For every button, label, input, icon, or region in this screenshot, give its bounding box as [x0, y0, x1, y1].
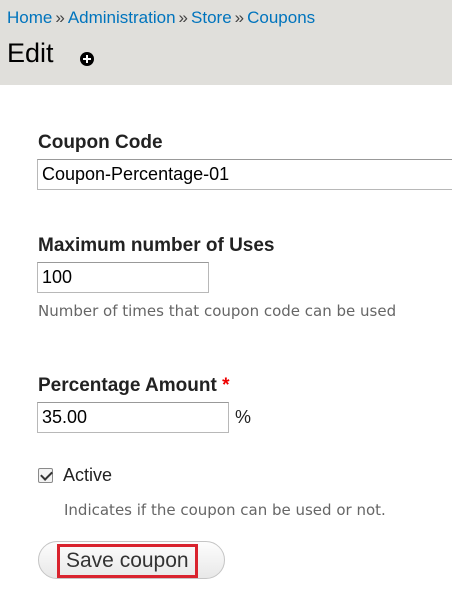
page-header: Home» Administration» Store» Coupons Edit — [0, 0, 452, 85]
active-checkbox[interactable] — [38, 468, 53, 483]
save-coupon-button[interactable]: Save coupon — [38, 541, 225, 579]
coupon-code-label: Coupon Code — [38, 132, 163, 153]
breadcrumb-separator: » — [55, 8, 65, 27]
save-coupon-label: Save coupon — [57, 544, 198, 578]
breadcrumb-home-link[interactable]: Home — [7, 8, 52, 27]
breadcrumb-coupons-link[interactable]: Coupons — [247, 8, 315, 27]
max-uses-label: Maximum number of Uses — [38, 235, 275, 256]
max-uses-input[interactable]: 100 — [37, 262, 209, 293]
percentage-amount-label: Percentage Amount * — [38, 375, 229, 397]
active-description: Indicates if the coupon can be used or n… — [64, 501, 386, 519]
max-uses-description: Number of times that coupon code can be … — [38, 302, 397, 320]
page-title: Edit — [7, 38, 54, 68]
plus-circle-icon[interactable] — [80, 52, 94, 66]
percentage-amount-input[interactable]: 35.00 — [37, 402, 229, 433]
breadcrumb-administration-link[interactable]: Administration — [68, 8, 176, 27]
coupon-code-input[interactable]: Coupon-Percentage-01 — [37, 159, 452, 190]
percentage-amount-label-text: Percentage Amount — [38, 375, 217, 396]
breadcrumb: Home» Administration» Store» Coupons — [7, 8, 315, 28]
breadcrumb-separator: » — [178, 8, 189, 27]
required-marker: * — [222, 375, 230, 396]
breadcrumb-separator: » — [234, 8, 245, 27]
breadcrumb-store-link[interactable]: Store — [191, 8, 232, 27]
percent-suffix: % — [235, 407, 252, 427]
active-label[interactable]: Active — [63, 465, 112, 486]
